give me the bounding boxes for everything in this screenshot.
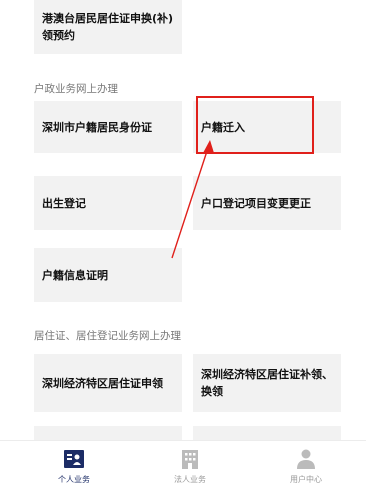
card-label: 户口登记项目变更更正 xyxy=(201,196,311,210)
nav-user-center[interactable]: 用户中心 xyxy=(256,441,356,493)
card-hkmo-residence-permit[interactable]: 港澳台居民居住证申换(补)领预约 xyxy=(34,0,182,54)
card-hukou-info-certificate[interactable]: 户籍信息证明 xyxy=(34,248,182,302)
person-icon xyxy=(297,449,315,469)
card-residence-permit-apply[interactable]: 深圳经济特区居住证申领 xyxy=(34,354,182,412)
nav-personal[interactable]: 个人业务 xyxy=(24,441,124,493)
card-label: 出生登记 xyxy=(42,196,86,210)
section-title-residence: 居住证、居住登记业务网上办理 xyxy=(34,330,181,342)
bottom-nav: 个人业务 法人业务 用户中心 xyxy=(0,440,366,493)
card-label: 港澳台居民居住证申换(补)领预约 xyxy=(42,12,174,42)
card-label: 深圳经济特区居住证补领、换领 xyxy=(201,368,333,398)
card-shenzhen-id-card[interactable]: 深圳市户籍居民身份证 xyxy=(34,101,182,153)
card-hukou-correction[interactable]: 户口登记项目变更更正 xyxy=(193,176,341,230)
nav-label-personal: 个人业务 xyxy=(58,475,90,484)
card-label: 深圳经济特区居住证申领 xyxy=(42,376,163,390)
card-residence-permit-reissue[interactable]: 深圳经济特区居住证补领、换领 xyxy=(193,354,341,412)
card-birth-registration[interactable]: 出生登记 xyxy=(34,176,182,230)
highlight-box xyxy=(196,96,314,154)
card-label: 户籍信息证明 xyxy=(42,268,108,282)
nav-corporate[interactable]: 法人业务 xyxy=(140,441,240,493)
section-title-household: 户政业务网上办理 xyxy=(34,83,118,95)
id-card-icon xyxy=(64,450,84,468)
building-icon xyxy=(182,450,198,469)
nav-label-corporate: 法人业务 xyxy=(174,475,206,484)
card-label: 深圳市户籍居民身份证 xyxy=(42,120,152,134)
annotation-arrow xyxy=(171,140,214,259)
nav-label-user-center: 用户中心 xyxy=(290,475,322,484)
